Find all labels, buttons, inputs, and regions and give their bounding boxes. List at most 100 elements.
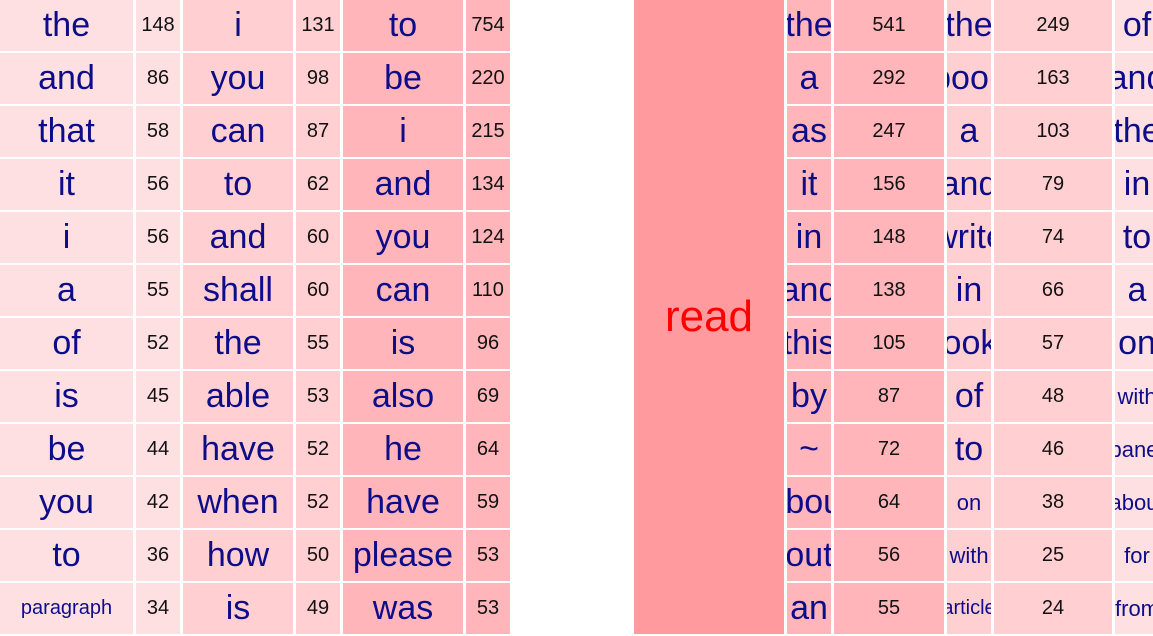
word-cell[interactable]: about — [787, 477, 831, 528]
count-cell: 42 — [136, 477, 180, 528]
word-cell[interactable]: have — [183, 424, 293, 475]
word-cell[interactable]: and — [787, 265, 831, 316]
word-cell[interactable]: and — [183, 212, 293, 263]
word-cell[interactable]: by — [787, 371, 831, 422]
count-cell: 215 — [466, 106, 510, 157]
word-cell[interactable]: please — [343, 530, 463, 581]
count-cell: 87 — [296, 106, 340, 157]
word-cell[interactable]: the — [787, 0, 831, 51]
word-cell[interactable]: and — [0, 53, 133, 104]
word-cell[interactable]: to — [0, 530, 133, 581]
count-cell: 62 — [296, 159, 340, 210]
word-cell[interactable]: to — [183, 159, 293, 210]
word-cell[interactable]: a — [947, 106, 991, 157]
word-cell[interactable]: is — [183, 583, 293, 634]
word-cell[interactable]: about — [1115, 477, 1153, 528]
count-cell: 24 — [994, 583, 1112, 634]
word-cell[interactable]: it — [0, 159, 133, 210]
word-cell[interactable]: ~ — [787, 424, 831, 475]
word-cell[interactable]: for — [1115, 530, 1153, 581]
count-cell: 72 — [834, 424, 944, 475]
word-cell[interactable]: the — [1115, 106, 1153, 157]
word-cell[interactable]: i — [0, 212, 133, 263]
word-cell[interactable]: on — [1115, 318, 1153, 369]
word-cell[interactable]: the — [183, 318, 293, 369]
word-cell[interactable]: be — [0, 424, 133, 475]
count-cell: 249 — [994, 0, 1112, 51]
word-cell[interactable]: to — [343, 0, 463, 51]
count-cell: 57 — [994, 318, 1112, 369]
word-cell[interactable]: a — [0, 265, 133, 316]
word-cell[interactable]: you — [0, 477, 133, 528]
count-cell: 25 — [994, 530, 1112, 581]
word-cell[interactable]: able — [183, 371, 293, 422]
count-cell: 59 — [466, 477, 510, 528]
word-cell[interactable]: you — [343, 212, 463, 263]
word-cell[interactable]: as — [787, 106, 831, 157]
word-cell[interactable]: an — [787, 583, 831, 634]
count-cell: 34 — [136, 583, 180, 634]
word-cell[interactable]: that — [0, 106, 133, 157]
count-cell: 292 — [834, 53, 944, 104]
word-cell[interactable]: books — [947, 318, 991, 369]
word-cell[interactable]: and — [947, 159, 991, 210]
word-cell[interactable]: this — [787, 318, 831, 369]
word-cell[interactable]: and — [1115, 53, 1153, 104]
word-cell[interactable]: shall — [183, 265, 293, 316]
word-cell[interactable]: is — [343, 318, 463, 369]
count-cell: 86 — [136, 53, 180, 104]
word-cell[interactable]: to — [947, 424, 991, 475]
count-cell: 134 — [466, 159, 510, 210]
word-cell[interactable]: from — [1115, 583, 1153, 634]
count-cell: 124 — [466, 212, 510, 263]
word-cell[interactable]: in — [787, 212, 831, 263]
word-cell[interactable]: i — [343, 106, 463, 157]
word-cell[interactable]: when — [183, 477, 293, 528]
word-cell[interactable]: can — [343, 265, 463, 316]
word-cell[interactable]: write — [947, 212, 991, 263]
count-cell: 69 — [466, 371, 510, 422]
count-cell: 38 — [994, 477, 1112, 528]
word-cell[interactable]: he — [343, 424, 463, 475]
count-cell: 60 — [296, 265, 340, 316]
count-cell: 52 — [296, 477, 340, 528]
word-cell[interactable]: in — [947, 265, 991, 316]
count-cell: 64 — [466, 424, 510, 475]
count-cell: 44 — [136, 424, 180, 475]
word-cell[interactable]: was — [343, 583, 463, 634]
count-cell: 55 — [834, 583, 944, 634]
word-cell[interactable]: in — [1115, 159, 1153, 210]
count-cell: 148 — [136, 0, 180, 51]
word-cell[interactable]: paragraph — [0, 583, 133, 634]
word-cell[interactable]: be — [343, 53, 463, 104]
word-cell[interactable]: the — [0, 0, 133, 51]
word-cell[interactable]: i — [183, 0, 293, 51]
word-cell[interactable]: out — [787, 530, 831, 581]
word-cell[interactable]: it — [787, 159, 831, 210]
word-cell[interactable]: book — [947, 53, 991, 104]
word-cell[interactable]: the — [947, 0, 991, 51]
word-cell[interactable]: you — [183, 53, 293, 104]
count-cell: 96 — [466, 318, 510, 369]
word-cell[interactable]: article — [947, 583, 991, 634]
word-cell[interactable]: is — [0, 371, 133, 422]
word-cell[interactable]: how — [183, 530, 293, 581]
center-word[interactable]: read — [634, 0, 784, 634]
word-cell[interactable]: of — [1115, 0, 1153, 51]
word-cell[interactable]: have — [343, 477, 463, 528]
word-cell[interactable]: and — [343, 159, 463, 210]
word-cell[interactable]: with — [1115, 371, 1153, 422]
word-cell[interactable]: of — [0, 318, 133, 369]
word-cell[interactable]: on — [947, 477, 991, 528]
word-cell[interactable]: also — [343, 371, 463, 422]
word-cell[interactable]: a — [787, 53, 831, 104]
word-cell[interactable]: can — [183, 106, 293, 157]
word-cell[interactable]: a — [1115, 265, 1153, 316]
count-cell: 66 — [994, 265, 1112, 316]
word-cell[interactable]: to — [1115, 212, 1153, 263]
word-cell[interactable]: japanese — [1115, 424, 1153, 475]
count-cell: 247 — [834, 106, 944, 157]
word-cell[interactable]: of — [947, 371, 991, 422]
word-cell[interactable]: with — [947, 530, 991, 581]
count-cell: 74 — [994, 212, 1112, 263]
